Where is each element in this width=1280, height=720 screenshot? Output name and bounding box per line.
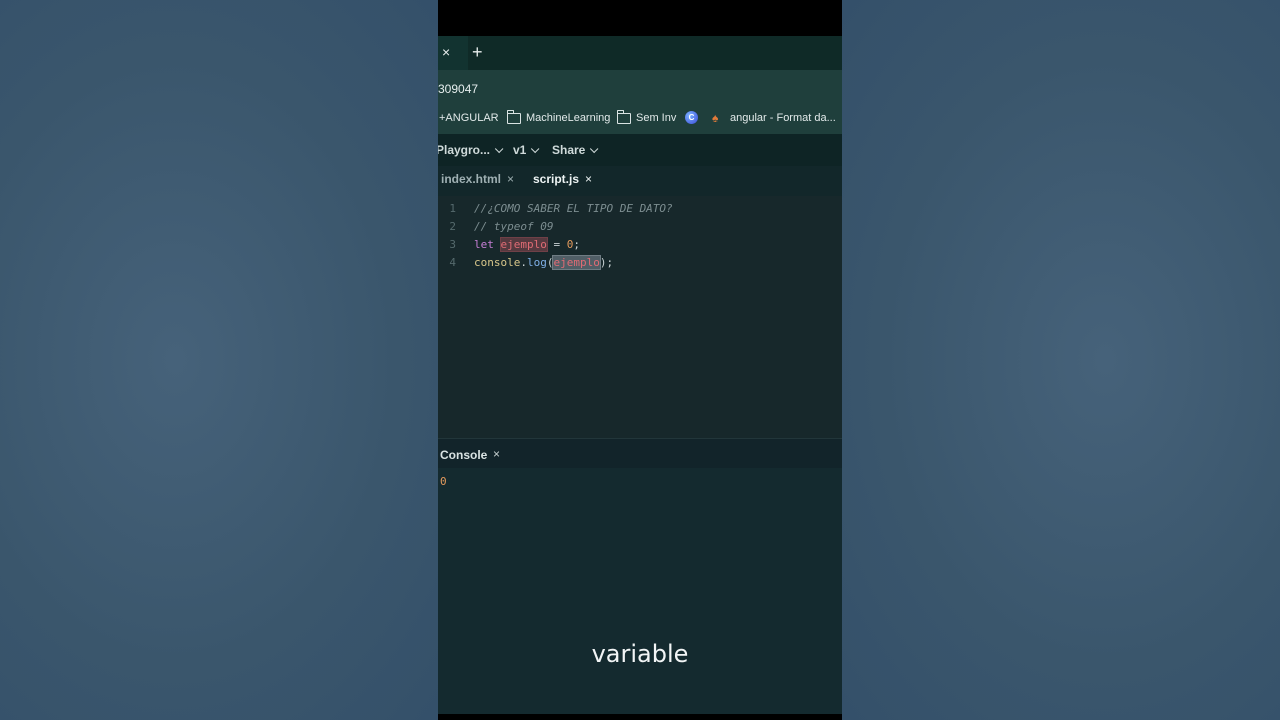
browser-tab-bar: × + bbox=[438, 36, 842, 70]
line-number: 4 bbox=[449, 256, 456, 269]
playground-label: Playgro... bbox=[438, 143, 491, 157]
code-line: 3 let ejemplo = 0; bbox=[438, 237, 842, 256]
chevron-down-icon bbox=[494, 144, 504, 154]
keyword: let bbox=[474, 238, 494, 251]
chevron-down-icon bbox=[590, 144, 599, 154]
dot: . bbox=[520, 256, 527, 269]
bookmarks-bar: +ANGULAR MachineLearning Sem Inv C ♠ ang… bbox=[438, 104, 842, 134]
code-line: 1 //¿COMO SABER EL TIPO DE DATO? bbox=[438, 202, 842, 220]
variable-token: ejemplo bbox=[499, 237, 548, 252]
line-number: 1 bbox=[449, 202, 456, 215]
operator: = bbox=[546, 238, 567, 251]
editor-menu-bar: Playgro... v1 Share bbox=[438, 134, 842, 166]
share-menu[interactable]: Share bbox=[552, 143, 599, 157]
close-icon[interactable]: × bbox=[493, 447, 500, 461]
code-text: //¿COMO SABER EL TIPO DE DATO? bbox=[474, 202, 673, 215]
tab-script-js[interactable]: script.js × bbox=[533, 172, 592, 186]
console-output: 0 bbox=[440, 475, 447, 488]
close-tab-icon[interactable]: × bbox=[442, 44, 450, 60]
version-menu[interactable]: v1 bbox=[513, 143, 540, 157]
bookmark-sem-inv[interactable]: Sem Inv bbox=[636, 112, 676, 124]
code-text: console.log(ejemplo); bbox=[474, 255, 614, 270]
object-token: console bbox=[474, 256, 521, 269]
new-tab-button[interactable]: + bbox=[472, 42, 483, 63]
paren-close: ); bbox=[599, 256, 614, 269]
folder-icon bbox=[507, 110, 521, 124]
code-text: let ejemplo = 0; bbox=[474, 237, 580, 252]
tab-label: index.html bbox=[441, 172, 502, 186]
method-token: log bbox=[526, 256, 547, 269]
file-tabs: index.html × script.js × bbox=[438, 166, 842, 196]
browser-tab[interactable]: × bbox=[438, 36, 468, 70]
video-subtitle: variable bbox=[591, 640, 689, 668]
chevron-down-icon bbox=[531, 144, 540, 154]
bookmark-angular[interactable]: +ANGULAR bbox=[439, 112, 499, 124]
bookmark-angular-format[interactable]: angular - Format da... bbox=[730, 112, 836, 124]
console-title[interactable]: Console bbox=[440, 448, 487, 462]
code-line: 2 // typeof 09 bbox=[438, 220, 842, 238]
folder-icon bbox=[617, 110, 631, 124]
bottom-strip bbox=[438, 714, 842, 720]
c-logo-icon[interactable]: C bbox=[685, 111, 698, 124]
tab-label: script.js bbox=[533, 172, 580, 186]
share-label: Share bbox=[552, 143, 586, 157]
version-label: v1 bbox=[513, 143, 527, 157]
code-text: // typeof 09 bbox=[474, 220, 554, 233]
semicolon: ; bbox=[573, 238, 580, 251]
line-number: 2 bbox=[449, 220, 456, 233]
background-right bbox=[842, 0, 1280, 720]
code-editor[interactable]: 1 //¿COMO SABER EL TIPO DE DATO? 2 // ty… bbox=[438, 196, 842, 438]
close-icon[interactable]: × bbox=[507, 172, 514, 186]
address-bar[interactable]: 309047 bbox=[438, 70, 842, 104]
bookmark-machinelearning[interactable]: MachineLearning bbox=[526, 112, 610, 124]
video-frame: × + 309047 +ANGULAR MachineLearning Sem … bbox=[438, 0, 842, 720]
console-panel: 0 variable bbox=[438, 468, 842, 714]
tab-index-html[interactable]: index.html × bbox=[441, 172, 514, 186]
url-text: 309047 bbox=[438, 82, 479, 96]
line-number: 3 bbox=[449, 238, 456, 251]
angular-favicon-icon: ♠ bbox=[712, 111, 719, 125]
playground-menu[interactable]: Playgro... bbox=[438, 143, 504, 157]
argument-token: ejemplo bbox=[552, 255, 601, 270]
background-left bbox=[0, 0, 438, 720]
close-icon[interactable]: × bbox=[585, 172, 592, 186]
console-header: Console × bbox=[438, 438, 842, 469]
code-line: 4 console.log(ejemplo); bbox=[438, 255, 842, 274]
